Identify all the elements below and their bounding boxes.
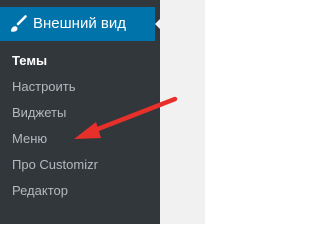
submenu-item-editor[interactable]: Редактор <box>0 178 160 204</box>
admin-sidebar: Внешний вид Темы Настроить Виджеты Меню … <box>0 0 163 224</box>
appearance-menu-title: Внешний вид <box>33 15 126 32</box>
appearance-menu-header[interactable]: Внешний вид <box>0 7 163 41</box>
paintbrush-icon <box>11 15 27 32</box>
screenshot-stage: Внешний вид Темы Настроить Виджеты Меню … <box>0 0 205 224</box>
submenu-item-widgets[interactable]: Виджеты <box>0 100 160 126</box>
content-area <box>160 0 205 224</box>
submenu-item-about-customizr[interactable]: Про Customizr <box>0 152 160 178</box>
appearance-submenu: Темы Настроить Виджеты Меню Про Customiz… <box>0 48 160 204</box>
submenu-item-customize[interactable]: Настроить <box>0 74 160 100</box>
submenu-item-themes[interactable]: Темы <box>0 48 160 74</box>
submenu-item-menus[interactable]: Меню <box>0 126 160 152</box>
